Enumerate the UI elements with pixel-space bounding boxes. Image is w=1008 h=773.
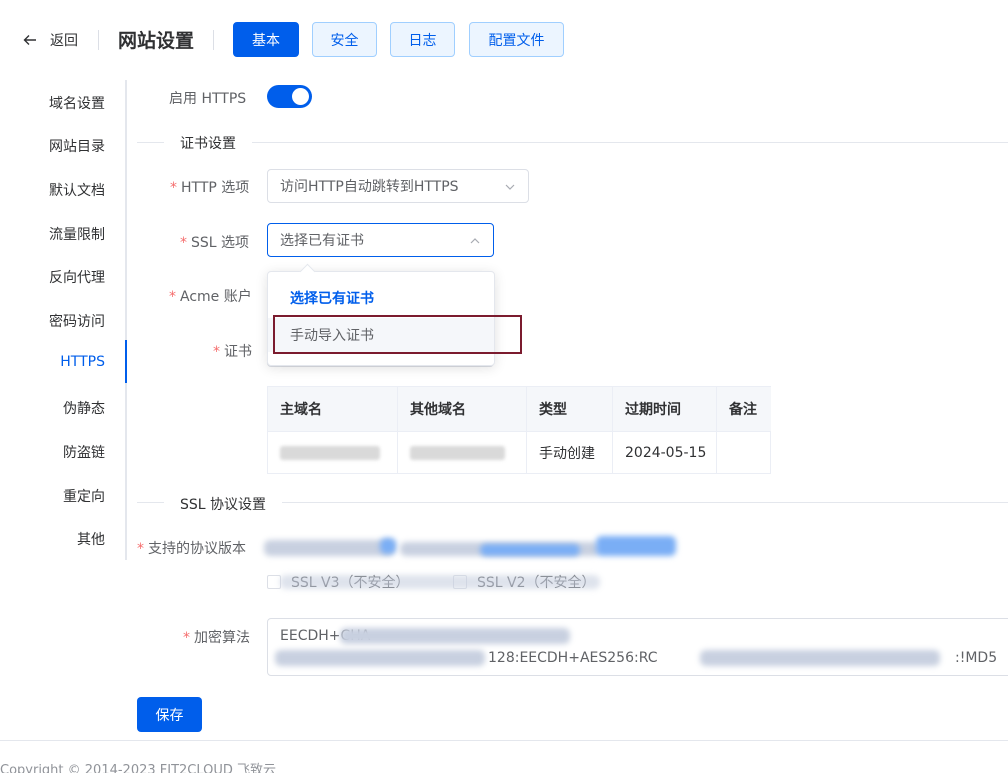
table-header-remark: 备注 xyxy=(717,387,771,431)
menu-item-rewrite[interactable]: 伪静态 xyxy=(63,398,105,418)
cert-label-text: 证书 xyxy=(224,344,252,360)
acme-account-label: * Acme 账户 xyxy=(169,286,252,306)
settings-menu: 域名设置 网站目录 默认文档 流量限制 反向代理 密码访问 HTTPS 伪静态 … xyxy=(0,80,127,560)
redacted-text xyxy=(410,446,505,460)
header-divider xyxy=(98,30,99,50)
table-cell-type: 手动创建 xyxy=(527,431,613,474)
redacted-area xyxy=(275,650,485,666)
cert-table: 主域名 其他域名 类型 过期时间 备注 手动创建 2024-05-15 xyxy=(267,386,771,474)
required-mark: * xyxy=(180,235,187,251)
redacted-area xyxy=(280,575,600,589)
required-mark: * xyxy=(170,180,177,196)
menu-item-https[interactable]: HTTPS xyxy=(60,354,105,370)
back-button[interactable]: 返回 xyxy=(22,28,78,52)
menu-item-redirect[interactable]: 重定向 xyxy=(63,486,105,506)
menu-item-site-dir[interactable]: 网站目录 xyxy=(49,136,105,156)
tab-config-file[interactable]: 配置文件 xyxy=(469,22,564,57)
copyright-text: Copyright © 2014-2023 FIT2CLOUD 飞致云 xyxy=(0,763,277,773)
table-header-expire: 过期时间 xyxy=(613,387,717,431)
table-cell-remark xyxy=(717,431,771,474)
ssl-option-label-text: SSL 选项 xyxy=(191,235,250,251)
menu-item-rate-limit[interactable]: 流量限制 xyxy=(49,224,105,244)
redacted-area xyxy=(264,540,394,556)
menu-item-domain[interactable]: 域名设置 xyxy=(49,93,105,113)
protocol-version-label: * 支持的协议版本 xyxy=(137,538,246,558)
cipher-text: 128:EECDH+AES256:RC xyxy=(488,650,658,666)
menu-item-default-doc[interactable]: 默认文档 xyxy=(49,180,105,200)
redacted-area xyxy=(340,628,570,644)
dropdown-option-existing-cert[interactable]: 选择已有证书 xyxy=(268,281,494,315)
header-divider xyxy=(213,30,214,50)
save-button[interactable]: 保存 xyxy=(137,697,202,732)
http-option-label-text: HTTP 选项 xyxy=(181,180,250,196)
tab-basic[interactable]: 基本 xyxy=(233,22,299,57)
back-label: 返回 xyxy=(50,33,78,49)
table-header-main-domain: 主域名 xyxy=(268,387,398,431)
redacted-text xyxy=(280,446,380,460)
http-option-select[interactable]: 访问HTTP自动跳转到HTTPS xyxy=(267,169,529,203)
ssl-option-select[interactable]: 选择已有证书 xyxy=(267,223,494,257)
chevron-down-icon xyxy=(505,184,515,190)
page-header: 返回 网站设置 基本 安全 日志 配置文件 xyxy=(0,0,1008,80)
protocol-section-title: SSL 协议设置 xyxy=(164,494,283,514)
page-title: 网站设置 xyxy=(118,30,195,52)
menu-active-indicator xyxy=(125,340,127,383)
cipher-text: :!MD5 xyxy=(955,650,998,666)
enable-https-label: 启用 HTTPS xyxy=(169,91,247,107)
table-cell-expire: 2024-05-15 xyxy=(613,431,717,474)
redacted-area xyxy=(700,650,940,666)
cert-label: * 证书 xyxy=(213,341,252,361)
http-option-value: 访问HTTP自动跳转到HTTPS xyxy=(280,179,459,195)
table-header-type: 类型 xyxy=(527,387,613,431)
redacted-area xyxy=(380,538,396,554)
cert-section-title: 证书设置 xyxy=(164,133,252,153)
checkbox-box xyxy=(267,575,281,589)
chevron-up-icon xyxy=(470,238,480,244)
menu-item-password-access[interactable]: 密码访问 xyxy=(49,311,105,331)
arrow-left-icon xyxy=(23,35,36,45)
table-header-other-domains: 其他域名 xyxy=(398,387,527,431)
table-cell-other-domains xyxy=(398,431,527,474)
enable-https-switch[interactable] xyxy=(267,85,312,108)
menu-item-other[interactable]: 其他 xyxy=(77,529,105,549)
menu-item-reverse-proxy[interactable]: 反向代理 xyxy=(49,267,105,287)
highlight-annotation-box xyxy=(273,315,522,354)
http-option-label: * HTTP 选项 xyxy=(170,177,249,197)
section-divider xyxy=(137,142,1008,143)
acme-label-text: Acme 账户 xyxy=(180,289,252,305)
ssl-option-value: 选择已有证书 xyxy=(280,233,364,249)
switch-knob xyxy=(292,88,309,105)
required-mark: * xyxy=(183,630,190,646)
menu-item-anti-leech[interactable]: 防盗链 xyxy=(63,442,105,462)
cipher-label-text: 加密算法 xyxy=(194,630,250,646)
footer-divider xyxy=(0,740,1008,741)
redacted-area xyxy=(480,544,580,556)
required-mark: * xyxy=(137,541,144,557)
tab-security[interactable]: 安全 xyxy=(312,22,377,57)
cipher-textarea[interactable]: EECDH+CHA 128:EECDH+AES256:RC:!MD5 xyxy=(267,618,1008,676)
required-mark: * xyxy=(213,344,220,360)
ssl-option-label: * SSL 选项 xyxy=(180,232,249,252)
cipher-label: * 加密算法 xyxy=(183,627,250,647)
protocol-label-text: 支持的协议版本 xyxy=(148,541,246,557)
table-cell-main-domain xyxy=(268,431,398,474)
redacted-area xyxy=(596,536,676,556)
required-mark: * xyxy=(169,289,176,305)
tab-logs[interactable]: 日志 xyxy=(390,22,455,57)
